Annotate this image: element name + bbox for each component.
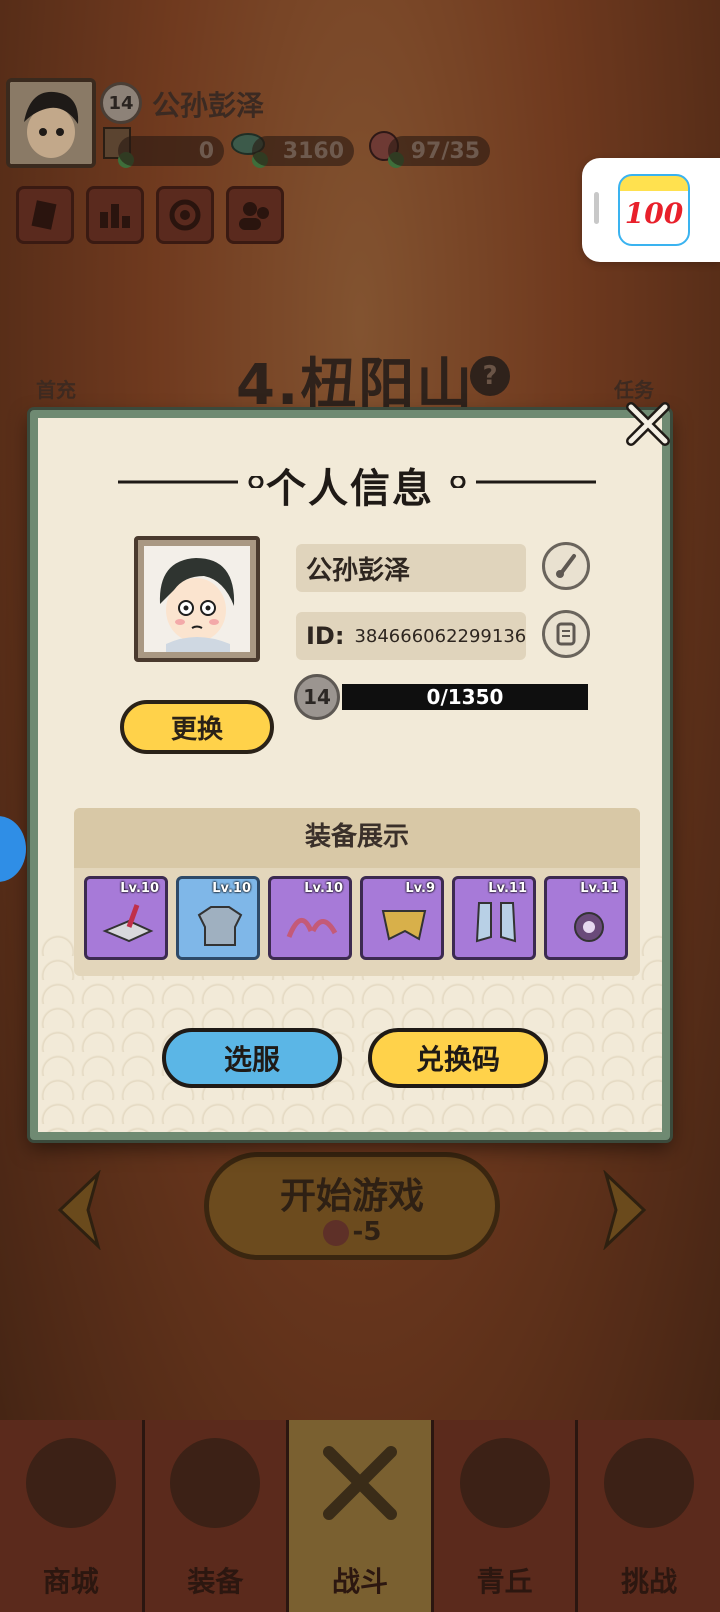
player-name-field: 公孙彭泽 — [296, 544, 526, 592]
hundred-points-app-icon[interactable]: 100 — [618, 174, 690, 246]
equipment-level: Lv.11 — [580, 881, 619, 896]
profile-level-coin: 14 — [294, 674, 340, 720]
drag-handle[interactable] — [594, 192, 599, 224]
close-modal-button[interactable] — [620, 396, 676, 452]
cloak-icon — [381, 910, 427, 941]
equipment-level: Lv.10 — [304, 881, 343, 896]
experience-bar: 0/1350 — [342, 684, 588, 710]
equipment-level: Lv.10 — [212, 881, 251, 896]
equipment-level: Lv.10 — [120, 881, 159, 896]
equipment-showcase-panel: 装备展示 Lv.10 Lv.10 Lv.10 Lv.9 Lv.11 Lv.11 — [74, 808, 640, 976]
equipment-slot-3[interactable]: Lv.10 — [268, 876, 352, 960]
redeem-code-button[interactable]: 兑换码 — [368, 1028, 548, 1088]
equipment-slot-1[interactable]: Lv.10 — [84, 876, 168, 960]
equipment-slot-5[interactable]: Lv.11 — [452, 876, 536, 960]
equipment-level: Lv.11 — [488, 881, 527, 896]
armor-icon — [197, 906, 243, 946]
select-server-button[interactable]: 选服 — [162, 1028, 342, 1088]
equipment-slot-6[interactable]: Lv.11 — [544, 876, 628, 960]
profile-modal: 个人信息 更换 公孙彭泽 ID: 384666062299136 14 0/13… — [30, 410, 670, 1140]
player-id-field: ID: 384666062299136 — [296, 612, 526, 660]
copy-icon — [556, 622, 576, 646]
id-key-label: ID: — [306, 622, 345, 650]
title-right-ornament — [450, 476, 596, 488]
profile-avatar — [134, 536, 260, 662]
copy-id-button[interactable] — [542, 610, 590, 658]
equipment-slot-4[interactable]: Lv.9 — [360, 876, 444, 960]
edit-name-button[interactable] — [542, 542, 590, 590]
close-icon — [626, 402, 670, 446]
equipment-level: Lv.9 — [405, 881, 435, 896]
horns-icon — [286, 918, 338, 938]
id-value: 384666062299136 — [354, 625, 527, 647]
anvil-icon — [102, 904, 154, 943]
equipment-slot-2[interactable]: Lv.10 — [176, 876, 260, 960]
floating-app-bubble[interactable]: 100 — [582, 158, 720, 262]
orb-icon — [574, 912, 604, 942]
boots-icon — [475, 902, 517, 943]
change-avatar-button[interactable]: 更换 — [120, 700, 274, 754]
portrait-illustration — [144, 546, 250, 652]
brush-icon — [556, 554, 576, 578]
equipment-showcase-title: 装备展示 — [74, 808, 640, 868]
